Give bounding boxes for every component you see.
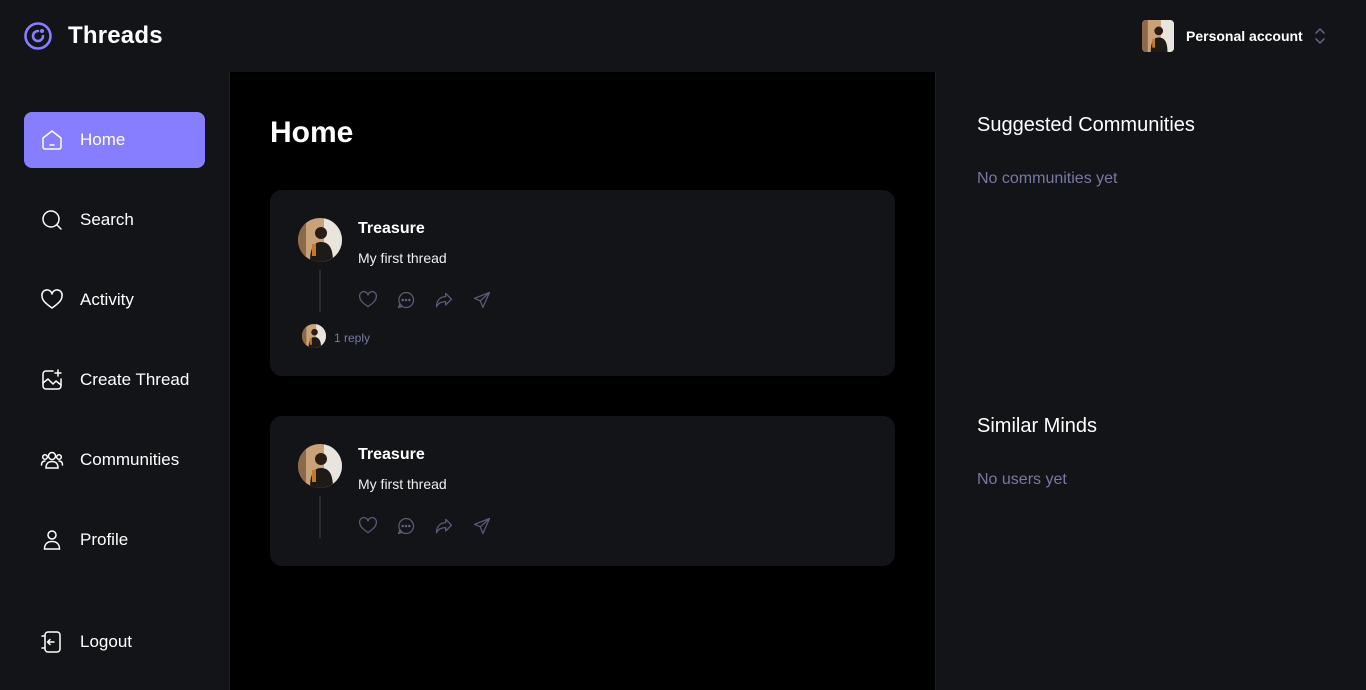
- thread-content: My first thread: [358, 476, 447, 492]
- main-feed: Home Treasure My first thread 1 reply Tr…: [230, 72, 935, 690]
- share-icon[interactable]: [472, 290, 492, 310]
- heart-icon[interactable]: [358, 516, 378, 536]
- thread-card: Treasure My first thread 1 reply: [270, 190, 895, 376]
- similar-minds-empty: No users yet: [977, 471, 1067, 488]
- account-label: Personal account: [1186, 28, 1303, 44]
- users-icon: [40, 448, 64, 472]
- sidebar-item-label: Search: [80, 210, 134, 229]
- heart-icon: [40, 288, 64, 312]
- thread-card: Treasure My first thread: [270, 416, 895, 566]
- repost-icon[interactable]: [434, 290, 454, 310]
- sidebar-item-activity[interactable]: Activity: [24, 272, 205, 328]
- user-icon: [40, 528, 64, 552]
- thread-actions: [358, 290, 492, 310]
- sidebar-item-communities[interactable]: Communities: [24, 432, 205, 488]
- sidebar-item-home[interactable]: Home: [24, 112, 205, 168]
- heart-icon[interactable]: [358, 290, 378, 310]
- sidebar-item-create-thread[interactable]: Create Thread: [24, 352, 205, 408]
- thread-line: [319, 496, 321, 538]
- left-sidebar: Home Search Activity Create Thread Commu…: [0, 72, 230, 690]
- page-title: Home: [270, 116, 354, 149]
- chevron-updown-icon: [1313, 25, 1327, 47]
- thread-author[interactable]: Treasure: [358, 446, 425, 464]
- reply-count-link[interactable]: 1 reply: [334, 331, 370, 345]
- sidebar-item-label: Home: [80, 130, 126, 149]
- brand-name: Threads: [68, 22, 163, 49]
- logout-icon: [40, 630, 64, 654]
- thread-content: My first thread: [358, 250, 447, 266]
- logout-label: Logout: [80, 632, 132, 651]
- sidebar-item-label: Profile: [80, 530, 129, 549]
- logout-button[interactable]: Logout: [24, 614, 205, 670]
- suggested-communities-heading: Suggested Communities: [977, 114, 1195, 136]
- brand[interactable]: Threads: [22, 20, 163, 52]
- top-bar: Threads Personal account: [0, 0, 1366, 72]
- suggested-communities-empty: No communities yet: [977, 170, 1118, 187]
- image-add-icon: [40, 368, 64, 392]
- thread-line: [319, 270, 321, 312]
- home-icon: [40, 128, 64, 152]
- similar-minds-heading: Similar Minds: [977, 415, 1098, 437]
- author-avatar[interactable]: [298, 444, 342, 488]
- thread-actions: [358, 516, 492, 536]
- sidebar-item-profile[interactable]: Profile: [24, 512, 205, 568]
- reply-avatar: [302, 324, 326, 348]
- search-icon: [40, 208, 64, 232]
- author-avatar[interactable]: [298, 218, 342, 262]
- avatar: [1142, 20, 1174, 52]
- reply-icon[interactable]: [396, 516, 416, 536]
- sidebar-item-label: Create Thread: [80, 370, 190, 389]
- share-icon[interactable]: [472, 516, 492, 536]
- thread-author[interactable]: Treasure: [358, 220, 425, 238]
- reply-icon[interactable]: [396, 290, 416, 310]
- sidebar-item-label: Communities: [80, 450, 180, 469]
- account-switcher[interactable]: Personal account: [1142, 20, 1327, 52]
- threads-logo-icon: [22, 20, 54, 52]
- right-sidebar: Suggested Communities No communities yet…: [935, 72, 1366, 690]
- sidebar-item-search[interactable]: Search: [24, 192, 205, 248]
- sidebar-item-label: Activity: [80, 290, 134, 309]
- repost-icon[interactable]: [434, 516, 454, 536]
